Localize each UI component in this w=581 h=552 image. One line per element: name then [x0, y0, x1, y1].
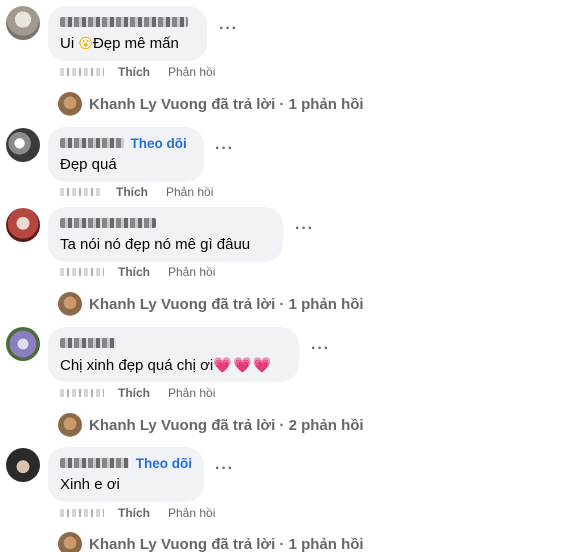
more-options-icon[interactable]: ··· — [295, 220, 314, 238]
reply-author: Khanh Ly Vuong — [89, 95, 208, 113]
comment-actions: Thích Phản hồi — [60, 505, 215, 521]
reply-button[interactable]: Phản hồi — [166, 185, 213, 199]
author-name: Theo dõi — [60, 135, 192, 151]
follow-button[interactable]: Theo dõi — [136, 456, 192, 471]
author-name[interactable] — [60, 335, 287, 351]
author-name: Theo dõi — [60, 455, 192, 471]
comment-text: Xinh e ơi — [60, 476, 120, 493]
avatar — [58, 92, 82, 116]
astonished-face-icon: 😮 — [78, 36, 93, 52]
more-options-icon[interactable]: ··· — [219, 20, 238, 38]
reply-button[interactable]: Phản hồi — [168, 506, 215, 520]
author-name[interactable] — [60, 215, 271, 231]
reply-button[interactable]: Phản hồi — [168, 386, 215, 400]
comment-timestamp[interactable] — [60, 268, 104, 276]
avatar[interactable] — [6, 327, 40, 361]
view-replies-link[interactable]: Khanh Ly Vuong đã trả lời · 2 phản hồi — [58, 412, 364, 438]
reply-author: Khanh Ly Vuong — [89, 416, 208, 434]
comment-bubble: Ta nói nó đẹp nó mê gì đâuu — [48, 207, 283, 262]
comment-actions: Thích Phản hồi — [60, 64, 215, 80]
comment-timestamp[interactable] — [60, 188, 102, 196]
comment-bubble: Theo dõi Đẹp quá — [48, 127, 204, 182]
comment-text: Đẹp quá — [60, 156, 117, 173]
avatar[interactable] — [6, 208, 40, 242]
view-replies-link[interactable]: Khanh Ly Vuong đã trả lời · 1 phản hồi — [58, 91, 364, 117]
avatar[interactable] — [6, 128, 40, 162]
avatar[interactable] — [6, 6, 40, 40]
like-button[interactable]: Thích — [118, 386, 150, 400]
reply-summary: đã trả lời · 1 phản hồi — [211, 295, 364, 313]
pink-heart-icon: 💗💗💗 — [213, 356, 273, 374]
comment-actions: Thích Phản hồi — [60, 264, 215, 280]
avatar — [58, 292, 82, 316]
more-options-icon[interactable]: ··· — [215, 140, 234, 158]
follow-button[interactable]: Theo dõi — [130, 136, 186, 151]
reply-summary: đã trả lời · 2 phản hồi — [211, 416, 364, 434]
view-replies-link[interactable]: Khanh Ly Vuong đã trả lời · 1 phản hồi — [58, 531, 364, 552]
comment-timestamp[interactable] — [60, 389, 104, 397]
more-options-icon[interactable]: ··· — [311, 340, 330, 358]
comment-bubble: Theo dõi Xinh e ơi — [48, 447, 204, 502]
comment-timestamp[interactable] — [60, 509, 104, 517]
avatar — [58, 413, 82, 437]
comment-timestamp[interactable] — [60, 68, 104, 76]
reply-summary: đã trả lời · 1 phản hồi — [211, 535, 364, 552]
like-button[interactable]: Thích — [116, 185, 148, 199]
reply-summary: đã trả lời · 1 phản hồi — [211, 95, 364, 113]
avatar[interactable] — [6, 448, 40, 482]
avatar — [58, 532, 82, 552]
comment-text: Chị xinh đẹp quá chị ơi💗💗💗 — [60, 356, 273, 374]
more-options-icon[interactable]: ··· — [215, 460, 234, 478]
comment-bubble: Chị xinh đẹp quá chị ơi💗💗💗 — [48, 327, 299, 382]
comment-bubble: Ui 😮Đẹp mê mấn — [48, 6, 207, 61]
like-button[interactable]: Thích — [118, 506, 150, 520]
reply-button[interactable]: Phản hồi — [168, 65, 215, 79]
reply-author: Khanh Ly Vuong — [89, 295, 208, 313]
comment-actions: Thích Phản hồi — [60, 385, 215, 401]
reply-button[interactable]: Phản hồi — [168, 265, 215, 279]
like-button[interactable]: Thích — [118, 265, 150, 279]
reply-author: Khanh Ly Vuong — [89, 535, 208, 552]
comment-text: Ta nói nó đẹp nó mê gì đâuu — [60, 236, 251, 253]
comment-text: Ui 😮Đẹp mê mấn — [60, 35, 179, 52]
author-name[interactable] — [60, 14, 195, 30]
like-button[interactable]: Thích — [118, 65, 150, 79]
view-replies-link[interactable]: Khanh Ly Vuong đã trả lời · 1 phản hồi — [58, 291, 364, 317]
comment-actions: Thích Phản hồi — [60, 184, 213, 200]
